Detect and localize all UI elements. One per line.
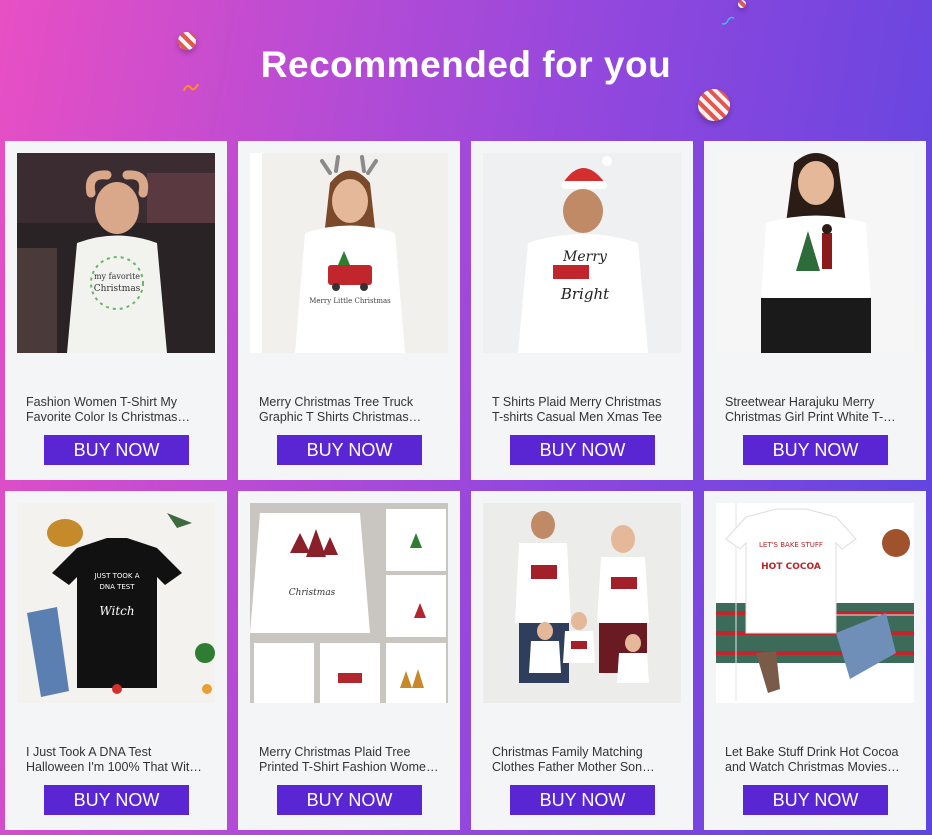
buy-now-button[interactable]: BUY NOW (743, 785, 888, 815)
product-grid: my favorite Christmas Fashion Women T-Sh… (0, 0, 932, 835)
product-name[interactable]: Merry Christmas Plaid Tree Printed T-Shi… (259, 745, 439, 775)
svg-text:HOT COCOA: HOT COCOA (761, 562, 821, 572)
product-name[interactable]: Christmas Family Matching Clothes Father… (492, 745, 672, 775)
product-name[interactable]: Merry Christmas Tree Truck Graphic T Shi… (259, 395, 439, 425)
product-image[interactable]: my favorite Christmas (17, 153, 215, 353)
svg-text:Christmas: Christmas (289, 588, 336, 598)
svg-text:LET'S BAKE STUFF: LET'S BAKE STUFF (759, 541, 823, 549)
product-image[interactable]: JUST TOOK A DNA TEST Witch (17, 503, 215, 703)
svg-text:my favorite: my favorite (94, 272, 140, 281)
svg-text:Merry: Merry (562, 249, 608, 265)
buy-now-button[interactable]: BUY NOW (510, 785, 655, 815)
buy-now-button[interactable]: BUY NOW (277, 435, 422, 465)
svg-text:Bright: Bright (560, 285, 610, 303)
product-image[interactable]: Merry Bright (483, 153, 681, 353)
svg-text:DNA TEST: DNA TEST (99, 583, 135, 591)
product-image[interactable] (483, 503, 681, 703)
product-image[interactable]: Christmas (250, 503, 448, 703)
product-card[interactable]: my favorite Christmas Fashion Women T-Sh… (5, 141, 227, 480)
product-card[interactable]: LET'S BAKE STUFF HOT COCOA Let Bake Stuf… (704, 491, 926, 830)
product-card[interactable]: JUST TOOK A DNA TEST Witch I Just Took A… (5, 491, 227, 830)
product-name[interactable]: Streetwear Harajuku Merry Christmas Girl… (725, 395, 905, 425)
product-image[interactable]: LET'S BAKE STUFF HOT COCOA (716, 503, 914, 703)
product-card[interactable]: Christmas Merry Christmas Plaid Tree Pri… (238, 491, 460, 830)
buy-now-button[interactable]: BUY NOW (510, 435, 655, 465)
svg-text:Christmas: Christmas (94, 284, 141, 294)
buy-now-button[interactable]: BUY NOW (277, 785, 422, 815)
svg-text:Merry Little Christmas: Merry Little Christmas (309, 297, 391, 305)
svg-text:JUST TOOK A: JUST TOOK A (93, 572, 139, 580)
product-card[interactable]: Merry Little Christmas Merry Christmas T… (238, 141, 460, 480)
product-card[interactable]: Streetwear Harajuku Merry Christmas Girl… (704, 141, 926, 480)
buy-now-button[interactable]: BUY NOW (44, 435, 189, 465)
product-image[interactable] (716, 153, 914, 353)
product-name[interactable]: I Just Took A DNA Test Halloween I'm 100… (26, 745, 206, 775)
product-card[interactable]: Merry Bright T Shirts Plaid Merry Christ… (471, 141, 693, 480)
product-name[interactable]: Let Bake Stuff Drink Hot Cocoa and Watch… (725, 745, 905, 775)
product-name[interactable]: T Shirts Plaid Merry Christmas T-shirts … (492, 395, 672, 425)
product-card[interactable]: Christmas Family Matching Clothes Father… (471, 491, 693, 830)
product-name[interactable]: Fashion Women T-Shirt My Favorite Color … (26, 395, 206, 425)
buy-now-button[interactable]: BUY NOW (743, 435, 888, 465)
buy-now-button[interactable]: BUY NOW (44, 785, 189, 815)
product-image[interactable]: Merry Little Christmas (250, 153, 448, 353)
svg-text:Witch: Witch (99, 604, 134, 618)
